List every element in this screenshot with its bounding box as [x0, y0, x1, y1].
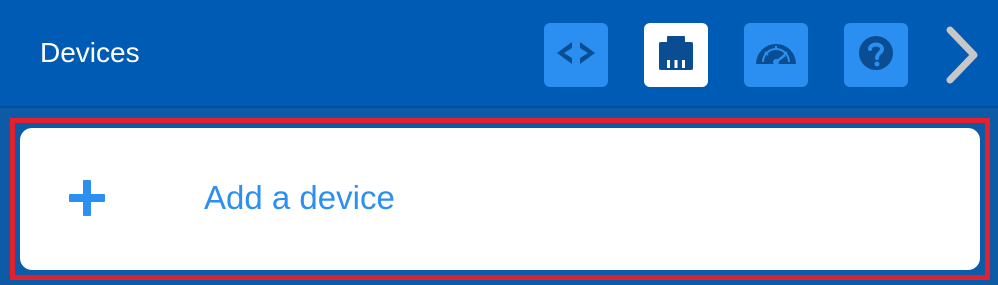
help-button[interactable] — [844, 23, 908, 87]
network-button[interactable] — [644, 23, 708, 87]
top-bar: Devices — [0, 0, 998, 108]
gauge-icon — [753, 38, 799, 73]
plus-icon — [66, 177, 108, 219]
chevron-right-icon — [942, 24, 982, 91]
help-icon — [856, 33, 896, 78]
performance-button[interactable] — [744, 23, 808, 87]
page-title: Devices — [40, 37, 140, 68]
code-brackets-icon — [555, 40, 597, 71]
add-device-label: Add a device — [204, 179, 395, 216]
code-view-button[interactable] — [544, 23, 608, 87]
devices-screen: Devices Add a device — [0, 0, 998, 285]
device-list-panel: Add a device — [10, 118, 990, 280]
next-button[interactable] — [940, 26, 984, 88]
add-device-item[interactable]: Add a device — [20, 128, 980, 270]
ethernet-port-icon — [655, 32, 697, 79]
